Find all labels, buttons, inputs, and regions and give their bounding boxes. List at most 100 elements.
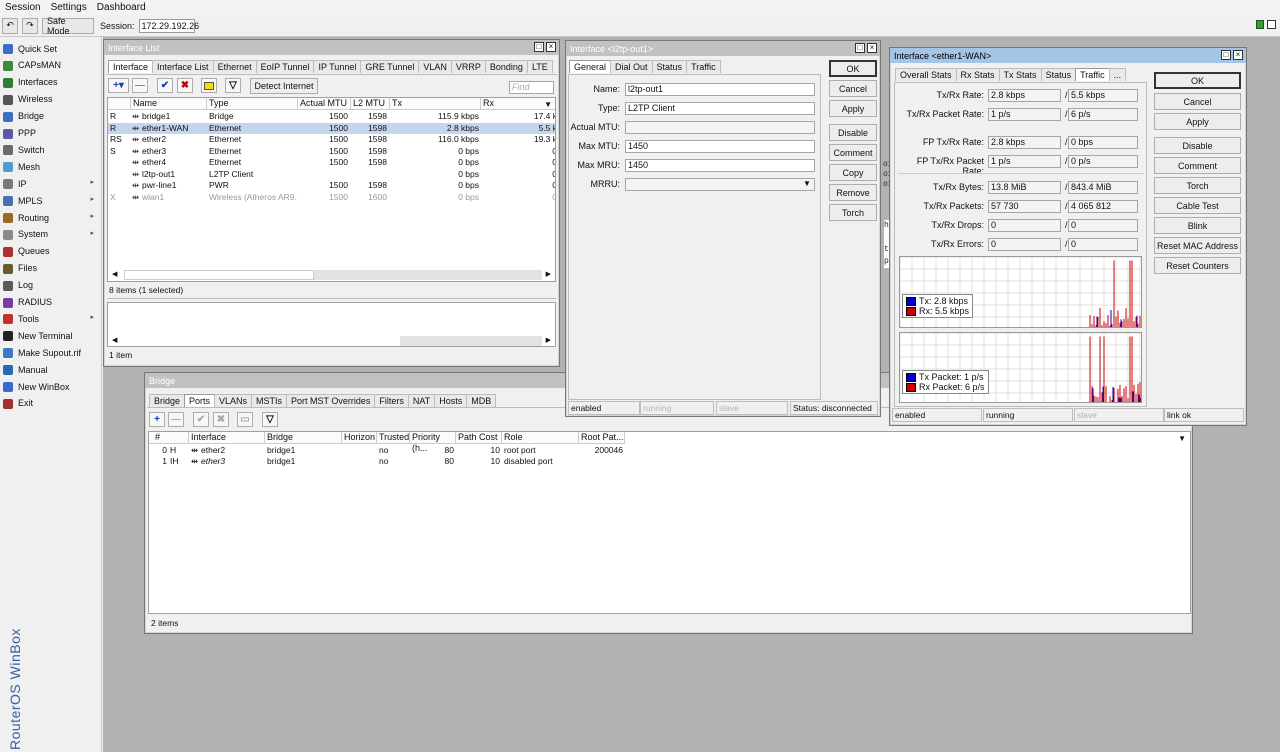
sidebar-item-new-winbox[interactable]: New WinBox bbox=[0, 378, 101, 395]
sidebar-item-ip[interactable]: IP ▸ bbox=[0, 175, 101, 192]
sidebar-item-capsman[interactable]: CAPsMAN bbox=[0, 57, 101, 74]
tab-rx-stats[interactable]: Rx Stats bbox=[955, 68, 1000, 81]
table-row[interactable]: ⇹pwr-line1 PWR 1500 1598 0 bps0 bbox=[108, 180, 555, 191]
col-interface[interactable]: Interface bbox=[189, 432, 265, 444]
tab-vlans[interactable]: VLANs bbox=[214, 394, 253, 407]
col-bridge[interactable]: Bridge bbox=[265, 432, 342, 444]
col-type[interactable]: Type bbox=[207, 98, 298, 110]
col-trusted[interactable]: Trusted bbox=[377, 432, 410, 444]
col-tx[interactable]: Tx bbox=[390, 98, 481, 110]
hscrollbar[interactable] bbox=[124, 270, 314, 280]
col-role[interactable]: Role bbox=[502, 432, 579, 444]
sidebar-item-files[interactable]: Files bbox=[0, 260, 101, 277]
tab-traffic[interactable]: Traffic bbox=[1075, 68, 1110, 81]
apply-button[interactable]: Apply bbox=[1154, 113, 1241, 130]
sidebar-item-bridge[interactable]: Bridge bbox=[0, 108, 101, 125]
close-icon[interactable]: × bbox=[867, 43, 877, 53]
table-row[interactable]: X ⇹ wlan1 Wireless (Atheros AR9... 1500 1600 0… bbox=[108, 192, 555, 203]
tab-status[interactable]: Status bbox=[651, 60, 688, 73]
sidebar-item-make-supout-rif[interactable]: Make Supout.rif bbox=[0, 344, 101, 361]
sidebar-item-ppp[interactable]: PPP bbox=[0, 125, 101, 142]
tab-eoip-tunnel[interactable]: EoIP Tunnel bbox=[255, 60, 315, 73]
filter-icon[interactable]: ▽ bbox=[225, 78, 241, 93]
ok-button[interactable]: OK bbox=[1154, 72, 1241, 89]
tab-tx-stats[interactable]: Tx Stats bbox=[998, 68, 1042, 81]
blink-button[interactable]: Blink bbox=[1154, 217, 1241, 234]
max-mru-field[interactable]: 1450 bbox=[625, 159, 815, 172]
find-input[interactable]: Find bbox=[509, 81, 554, 94]
sidebar-item-routing[interactable]: Routing ▸ bbox=[0, 209, 101, 226]
max-mtu-field[interactable]: 1450 bbox=[625, 140, 815, 153]
sidebar-item-mesh[interactable]: Mesh bbox=[0, 158, 101, 175]
scroll-left-icon[interactable]: ◀ bbox=[112, 336, 117, 344]
reset-counters-button[interactable]: Reset Counters bbox=[1154, 257, 1241, 274]
table-row[interactable]: ⇹ether4 Ethernet 1500 1598 0 bps0 bbox=[108, 157, 555, 168]
comment-icon[interactable]: ▭ bbox=[237, 412, 253, 427]
l2tp-titlebar[interactable]: Interface <l2tp-out1> bbox=[566, 41, 880, 56]
col-root-path[interactable]: Root Pat... bbox=[579, 432, 625, 444]
tab-gre-tunnel[interactable]: GRE Tunnel bbox=[360, 60, 420, 73]
tab-port-mst-overrides[interactable]: Port MST Overrides bbox=[286, 394, 376, 407]
col-actual-mtu[interactable]: Actual MTU bbox=[298, 98, 351, 110]
sidebar-item-queues[interactable]: Queues bbox=[0, 243, 101, 260]
tab-general[interactable]: General bbox=[569, 60, 612, 73]
tab-mstis[interactable]: MSTIs bbox=[251, 394, 288, 407]
copy-button[interactable]: Copy bbox=[829, 164, 877, 181]
remove-icon[interactable]: — bbox=[132, 78, 148, 93]
table-row[interactable]: R ⇹ ether1-WAN Ethernet 1500 1598 2.8 kbps 5.5 … bbox=[108, 123, 555, 134]
apply-button[interactable]: Apply bbox=[829, 100, 877, 117]
tab-lte[interactable]: LTE bbox=[526, 60, 553, 73]
sidebar-item-wireless[interactable]: Wireless bbox=[0, 91, 101, 108]
torch-button[interactable]: Torch bbox=[1154, 177, 1241, 194]
sidebar-item-system[interactable]: System ▸ bbox=[0, 226, 101, 243]
remove-icon[interactable]: — bbox=[168, 412, 184, 427]
col-horizon[interactable]: Horizon bbox=[342, 432, 377, 444]
tab-[interactable]: ... bbox=[1108, 68, 1127, 81]
sidebar-item-log[interactable]: Log bbox=[0, 277, 101, 294]
tab-nat[interactable]: NAT bbox=[407, 394, 436, 407]
menu-dashboard[interactable]: Dashboard bbox=[92, 2, 151, 13]
sidebar-item-switch[interactable]: Switch bbox=[0, 141, 101, 158]
tab-ip-tunnel[interactable]: IP Tunnel bbox=[313, 60, 362, 73]
disable-button[interactable]: Disable bbox=[1154, 137, 1241, 154]
tab-interface[interactable]: Interface bbox=[108, 60, 154, 73]
tab-hosts[interactable]: Hosts bbox=[434, 394, 468, 407]
enable-icon[interactable]: ✔ bbox=[157, 78, 173, 93]
scroll-right-icon[interactable]: ▶ bbox=[546, 270, 551, 278]
restore-icon[interactable]: □ bbox=[1221, 50, 1231, 60]
cancel-button[interactable]: Cancel bbox=[829, 80, 877, 97]
tab-status[interactable]: Status bbox=[1040, 68, 1077, 81]
undo-icon[interactable]: ↶ bbox=[2, 17, 18, 34]
sidebar-item-quick-set[interactable]: Quick Set bbox=[0, 40, 101, 57]
filter-icon[interactable]: ▽ bbox=[262, 412, 278, 427]
sidebar-item-manual[interactable]: Manual bbox=[0, 361, 101, 378]
reset-mac-address-button[interactable]: Reset MAC Address bbox=[1154, 237, 1241, 254]
actual-mtu-field[interactable] bbox=[625, 121, 815, 134]
restore-icon[interactable]: □ bbox=[855, 43, 865, 53]
col-path-cost[interactable]: Path Cost bbox=[456, 432, 502, 444]
sidebar-item-tools[interactable]: Tools ▸ bbox=[0, 310, 101, 327]
interface-list-titlebar[interactable]: Interface List bbox=[104, 40, 559, 55]
remove-button[interactable]: Remove bbox=[829, 184, 877, 201]
tab-overall-stats[interactable]: Overall Stats bbox=[895, 68, 957, 81]
cancel-button[interactable]: Cancel bbox=[1154, 93, 1241, 110]
col-menu-icon[interactable]: ▼ bbox=[544, 100, 552, 109]
disable-icon[interactable]: ✖ bbox=[213, 412, 229, 427]
table-row[interactable]: 1 IH ⇹ ether3 bridge1 no 80 10 disabled port bbox=[149, 456, 1190, 467]
table-row[interactable]: RS ⇹ ether2 Ethernet 1500 1598 116.0 kbps 19.3 … bbox=[108, 134, 555, 145]
detect-internet-button[interactable]: Detect Internet bbox=[250, 78, 318, 94]
name-field[interactable]: l2tp-out1 bbox=[625, 83, 815, 96]
tab-filters[interactable]: Filters bbox=[374, 394, 409, 407]
cable-test-button[interactable]: Cable Test bbox=[1154, 197, 1241, 214]
menu-session[interactable]: Session bbox=[0, 2, 46, 13]
col-priority[interactable]: Priority (h... bbox=[410, 432, 456, 453]
tab-bridge[interactable]: Bridge bbox=[149, 394, 186, 407]
col-l2-mtu[interactable]: L2 MTU bbox=[351, 98, 390, 110]
tab-dial-out[interactable]: Dial Out bbox=[610, 60, 653, 73]
tab-ports[interactable]: Ports bbox=[184, 394, 216, 407]
tab-mdb[interactable]: MDB bbox=[466, 394, 497, 407]
comment-icon[interactable] bbox=[201, 78, 217, 93]
sidebar-item-interfaces[interactable]: Interfaces bbox=[0, 74, 101, 91]
col-num[interactable]: # bbox=[149, 432, 189, 444]
sidebar-item-exit[interactable]: Exit bbox=[0, 395, 101, 412]
